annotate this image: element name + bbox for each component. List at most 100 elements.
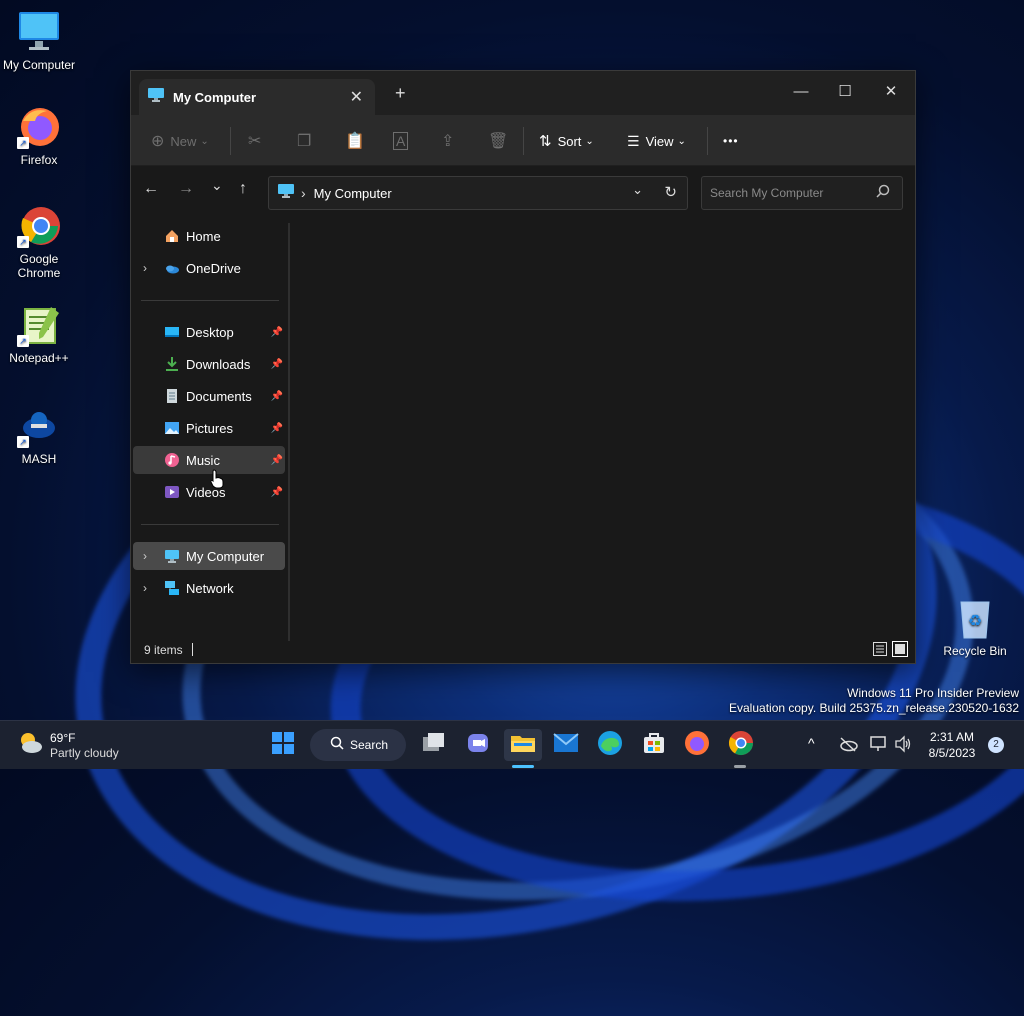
address-bar[interactable]: › My Computer ⌄ ↻	[268, 176, 688, 210]
cut-button[interactable]: ✂	[248, 127, 261, 155]
monitor-icon	[17, 10, 61, 54]
desktop-icon-my-computer[interactable]: My Computer	[0, 10, 78, 72]
forward-button[interactable]: →	[178, 180, 194, 198]
tab-close-icon[interactable]: ✕	[350, 87, 363, 107]
recycle-bin-icon: ♻	[953, 596, 997, 640]
expand-chevron-icon[interactable]: ›	[143, 549, 147, 563]
scissors-icon: ✂	[248, 133, 262, 150]
taskbar-edge[interactable]	[594, 729, 626, 761]
toolbar-divider	[707, 127, 708, 155]
close-window-button[interactable]: ✕	[869, 77, 913, 107]
tab-title: My Computer	[173, 89, 257, 105]
taskbar-file-explorer[interactable]	[504, 729, 542, 761]
sidebar-item-label: Downloads	[186, 356, 251, 372]
taskbar-search-button[interactable]: Search	[310, 729, 406, 761]
sidebar-scrollbar[interactable]	[288, 223, 290, 641]
weather-condition: Partly cloudy	[50, 745, 119, 760]
desktop-icon-mash[interactable]: ↗ MASH	[0, 404, 78, 466]
partly-cloudy-icon	[16, 729, 44, 762]
back-button[interactable]: ←	[143, 180, 159, 198]
minimize-button[interactable]: —	[779, 77, 823, 107]
search-box[interactable]: Search My Computer	[701, 176, 903, 210]
folder-icon	[510, 732, 536, 759]
sort-button[interactable]: ⇅ Sort ⌄	[539, 127, 594, 155]
refresh-icon[interactable]: ↻	[664, 183, 677, 201]
paste-button[interactable]: 📋	[345, 127, 365, 155]
firefox-icon	[684, 730, 710, 761]
trash-icon: 🗑	[488, 133, 509, 150]
tiles-view-icon[interactable]	[892, 641, 908, 662]
network-status-icon[interactable]	[870, 735, 888, 758]
weather-widget[interactable]: 69°F Partly cloudy	[16, 729, 119, 762]
desktop-icon-chrome[interactable]: ↗ Google Chrome	[0, 204, 78, 280]
title-bar[interactable]: My Computer ✕ + — ☐ ✕	[131, 71, 915, 115]
sidebar-item-my-computer[interactable]: › My Computer	[133, 542, 285, 570]
address-dropdown-icon[interactable]: ⌄	[632, 182, 643, 198]
firefox-icon: ↗	[17, 105, 61, 149]
toolbar-divider	[230, 127, 231, 155]
notepadpp-icon: ↗	[17, 303, 61, 347]
onedrive-offline-icon[interactable]	[838, 736, 858, 757]
new-tab-button[interactable]: +	[395, 83, 406, 104]
sidebar-item-pictures[interactable]: Pictures 📌	[133, 414, 285, 442]
taskbar-store[interactable]	[638, 729, 670, 761]
cloud-icon	[164, 260, 180, 276]
sidebar-item-label: Home	[186, 228, 221, 244]
system-clock[interactable]: 2:31 AM 8/5/2023	[924, 729, 980, 761]
task-view-button[interactable]	[418, 729, 450, 761]
search-input[interactable]: Search My Computer	[710, 186, 823, 200]
weather-temp: 69°F	[50, 730, 76, 745]
taskbar-mail[interactable]	[550, 729, 582, 761]
notification-badge[interactable]: 2	[988, 737, 1004, 753]
mail-icon	[553, 732, 579, 758]
file-list-pane[interactable]	[291, 218, 915, 636]
desktop-icon-notepadpp[interactable]: ↗ Notepad++	[0, 303, 78, 365]
chevron-down-icon: ⌄	[200, 135, 209, 147]
delete-button[interactable]: 🗑	[488, 127, 508, 155]
pin-icon: 📌	[270, 486, 283, 498]
expand-chevron-icon[interactable]: ›	[143, 581, 147, 595]
desktop-icon-firefox[interactable]: ↗ Firefox	[0, 105, 78, 167]
desktop-icon-recycle-bin[interactable]: ♻ Recycle Bin	[936, 596, 1014, 658]
new-button[interactable]: ⊕ New ⌄	[151, 127, 209, 155]
sidebar-item-desktop[interactable]: Desktop 📌	[133, 318, 285, 346]
shortcut-arrow-icon: ↗	[17, 137, 29, 149]
pin-icon: 📌	[270, 454, 283, 466]
watermark-line: Windows 11 Pro Insider Preview	[847, 686, 1019, 700]
rename-button[interactable]: A	[393, 127, 409, 155]
more-options-button[interactable]: •••	[723, 127, 739, 155]
path-separator: ›	[301, 185, 306, 201]
share-button[interactable]: ⇪	[441, 127, 454, 155]
desktop-icon-label: Firefox	[20, 153, 58, 167]
maximize-button[interactable]: ☐	[823, 77, 867, 107]
address-row: ← → ⌄ ↑ › My Computer ⌄ ↻ Search My Comp…	[131, 166, 915, 218]
recent-locations-button[interactable]: ⌄	[211, 177, 223, 194]
sidebar-item-downloads[interactable]: Downloads 📌	[133, 350, 285, 378]
tab-my-computer[interactable]: My Computer ✕	[139, 79, 375, 115]
sidebar-item-onedrive[interactable]: › OneDrive	[133, 254, 285, 282]
edge-icon	[597, 730, 623, 761]
toolbar-divider	[523, 127, 524, 155]
sidebar-item-documents[interactable]: Documents 📌	[133, 382, 285, 410]
taskbar-firefox[interactable]	[681, 729, 713, 761]
tray-overflow-chevron[interactable]: ^	[808, 735, 815, 751]
breadcrumb-current[interactable]: My Computer	[314, 186, 392, 201]
share-icon: ⇪	[441, 133, 455, 150]
details-view-icon[interactable]	[873, 642, 887, 661]
sidebar-item-videos[interactable]: Videos 📌	[133, 478, 285, 506]
start-button[interactable]	[267, 729, 299, 761]
teams-chat-button[interactable]	[462, 729, 494, 761]
sidebar-divider	[141, 300, 279, 301]
taskbar-chrome[interactable]	[725, 729, 757, 761]
view-button[interactable]: ☰ View ⌄	[627, 127, 686, 155]
sidebar-item-home[interactable]: Home	[133, 222, 285, 250]
expand-chevron-icon[interactable]: ›	[143, 261, 147, 275]
volume-icon[interactable]	[894, 735, 912, 758]
copy-button[interactable]: ❐	[297, 127, 311, 155]
sort-icon: ⇅	[539, 133, 552, 150]
sidebar-item-network[interactable]: › Network	[133, 574, 285, 602]
sidebar-item-music[interactable]: Music 📌	[133, 446, 285, 474]
up-button[interactable]: ↑	[239, 180, 247, 198]
pin-icon: 📌	[270, 422, 283, 434]
file-explorer-window[interactable]: My Computer ✕ + — ☐ ✕ ⊕ New ⌄ ✂ ❐ 📋 A ⇪ …	[130, 70, 916, 664]
